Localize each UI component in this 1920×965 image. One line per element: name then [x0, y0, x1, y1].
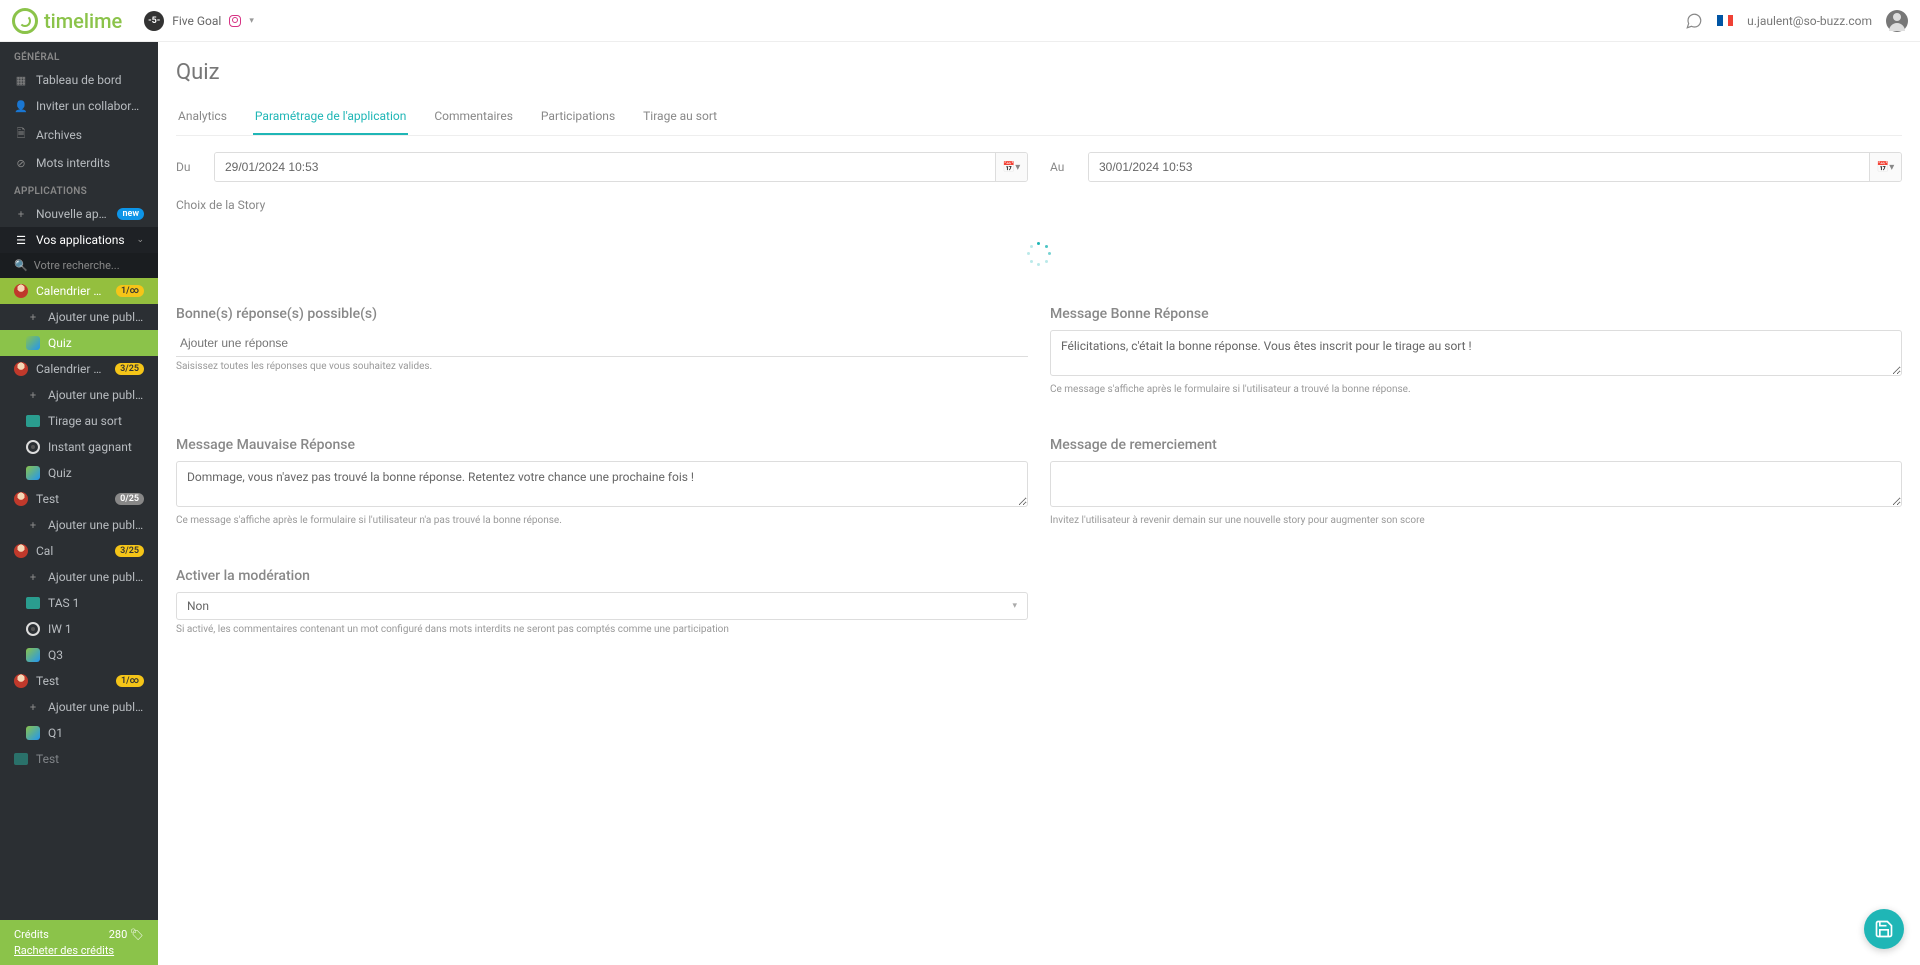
instagram-icon	[229, 15, 241, 27]
page-title: Quiz	[176, 60, 1902, 85]
chevron-down-icon: ⌄	[136, 235, 144, 245]
moderation-help: Si activé, les commentaires contenant un…	[176, 624, 1028, 635]
sidebar-item-tas1[interactable]: TAS 1	[0, 590, 158, 616]
moderation-title: Activer la modération	[176, 568, 1028, 584]
tab-analytics[interactable]: Analytics	[176, 101, 229, 135]
sidebar-app-test1[interactable]: Test0/25	[0, 486, 158, 512]
tab-settings[interactable]: Paramétrage de l'application	[253, 101, 408, 135]
good-answers-help: Saisissez toutes les réponses que vous s…	[176, 361, 1028, 372]
camera-icon	[14, 753, 28, 765]
account-badge: -5-	[144, 11, 164, 31]
add-answer-input[interactable]	[176, 330, 1028, 357]
sidebar-item-new-app[interactable]: +Nouvelle applicationnew	[0, 201, 158, 227]
good-msg-textarea[interactable]	[1050, 330, 1902, 376]
wheel-icon	[26, 622, 40, 636]
tabs: Analytics Paramétrage de l'application C…	[176, 101, 1902, 136]
santa-icon	[14, 674, 28, 688]
brand-text: timelime	[44, 9, 122, 33]
loading-spinner	[1027, 242, 1051, 266]
sidebar-item-add-pub[interactable]: +Ajouter une publication	[0, 382, 158, 408]
thank-msg-title: Message de remerciement	[1050, 437, 1902, 453]
credits-value: 280	[109, 928, 128, 941]
sidebar-app-cal1[interactable]: Calendrier de l'A...1/∞	[0, 278, 158, 304]
good-msg-help: Ce message s'affiche après le formulaire…	[1050, 384, 1902, 395]
tab-draw[interactable]: Tirage au sort	[641, 101, 719, 135]
camera-icon	[26, 415, 40, 427]
sidebar-search[interactable]: 🔍Votre recherche...	[0, 253, 158, 278]
brand-icon	[12, 8, 38, 34]
chat-icon[interactable]	[1685, 12, 1703, 30]
sidebar-item-quiz[interactable]: Quiz	[0, 460, 158, 486]
avatar-icon[interactable]	[1886, 10, 1908, 32]
sidebar-item-add-pub[interactable]: +Ajouter une publication	[0, 694, 158, 720]
sidebar-item-tirage[interactable]: Tirage au sort	[0, 408, 158, 434]
moderation-select[interactable]: Non ▾	[176, 592, 1028, 620]
date-from-input[interactable]	[215, 153, 995, 181]
date-from-label: Du	[176, 160, 204, 174]
quiz-icon	[26, 648, 40, 662]
account-switcher[interactable]: -5- Five Goal ▾	[144, 11, 254, 31]
search-icon: 🔍	[14, 259, 28, 272]
sidebar-app-cal[interactable]: Cal3/25	[0, 538, 158, 564]
quiz-icon	[26, 726, 40, 740]
quiz-icon	[26, 336, 40, 350]
good-answers-title: Bonne(s) réponse(s) possible(s)	[176, 306, 1028, 322]
santa-icon	[14, 284, 28, 298]
sidebar-item-iw1[interactable]: IW 1	[0, 616, 158, 642]
sidebar-item-instant[interactable]: Instant gagnant	[0, 434, 158, 460]
sidebar-item-add-pub[interactable]: +Ajouter une publication	[0, 564, 158, 590]
santa-icon	[14, 362, 28, 376]
date-to-label: Au	[1050, 160, 1078, 174]
sidebar: GÉNÉRAL ▦Tableau de bord 👤Inviter un col…	[0, 42, 158, 965]
sidebar-item-blocked-words[interactable]: ⊘Mots interdits	[0, 150, 158, 176]
main-content: Quiz Analytics Paramétrage de l'applicat…	[158, 42, 1920, 965]
tab-comments[interactable]: Commentaires	[432, 101, 515, 135]
date-to-input[interactable]	[1089, 153, 1869, 181]
sidebar-item-q3[interactable]: Q3	[0, 642, 158, 668]
sidebar-section-apps: APPLICATIONS	[0, 176, 158, 201]
sidebar-item-your-apps[interactable]: ☰Vos applications⌄	[0, 227, 158, 253]
sidebar-item-invite[interactable]: 👤Inviter un collaborateur	[0, 93, 158, 119]
story-label: Choix de la Story	[176, 198, 1902, 212]
bad-msg-textarea[interactable]	[176, 461, 1028, 507]
sidebar-item-dashboard[interactable]: ▦Tableau de bord	[0, 67, 158, 93]
sidebar-app-cal2[interactable]: Calendrier de l'A...3/25	[0, 356, 158, 382]
brand-logo[interactable]: timelime	[12, 8, 122, 34]
topbar-right: u.jaulent@so-buzz.com	[1685, 10, 1908, 32]
topbar: timelime -5- Five Goal ▾ u.jaulent@so-bu…	[0, 0, 1920, 42]
user-email: u.jaulent@so-buzz.com	[1747, 14, 1872, 28]
account-name: Five Goal	[172, 14, 221, 28]
credits-label: Crédits	[14, 928, 49, 941]
thank-msg-help: Invitez l'utilisateur à revenir demain s…	[1050, 515, 1902, 526]
bad-msg-help: Ce message s'affiche après le formulaire…	[176, 515, 1028, 526]
sidebar-item-q1[interactable]: Q1	[0, 720, 158, 746]
quiz-icon	[26, 466, 40, 480]
wheel-icon	[26, 440, 40, 454]
sidebar-item-archives[interactable]: 🗎Archives	[0, 119, 158, 150]
camera-icon	[26, 597, 40, 609]
save-fab-button[interactable]	[1864, 909, 1904, 949]
chevron-down-icon: ▾	[249, 16, 254, 26]
sidebar-section-general: GÉNÉRAL	[0, 42, 158, 67]
flag-fr-icon[interactable]	[1717, 15, 1733, 26]
bad-msg-title: Message Mauvaise Réponse	[176, 437, 1028, 453]
sidebar-app-test3[interactable]: Test	[0, 746, 158, 772]
good-msg-title: Message Bonne Réponse	[1050, 306, 1902, 322]
sidebar-item-add-pub[interactable]: +Ajouter une publication	[0, 304, 158, 330]
badge-new: new	[117, 208, 144, 220]
sidebar-item-quiz[interactable]: Quiz	[0, 330, 158, 356]
santa-icon	[14, 492, 28, 506]
chevron-down-icon: ▾	[1012, 601, 1017, 611]
sidebar-item-add-pub[interactable]: +Ajouter une publication	[0, 512, 158, 538]
sidebar-app-test2[interactable]: Test1/∞	[0, 668, 158, 694]
santa-icon	[14, 544, 28, 558]
date-to-picker-button[interactable]: 📅▾	[1869, 153, 1901, 181]
thank-msg-textarea[interactable]	[1050, 461, 1902, 507]
sidebar-footer: Crédits 280 🏷 Racheter des crédits	[0, 920, 158, 965]
date-from-picker-button[interactable]: 📅▾	[995, 153, 1027, 181]
buy-credits-link[interactable]: Racheter des crédits	[14, 944, 114, 957]
tab-participations[interactable]: Participations	[539, 101, 617, 135]
